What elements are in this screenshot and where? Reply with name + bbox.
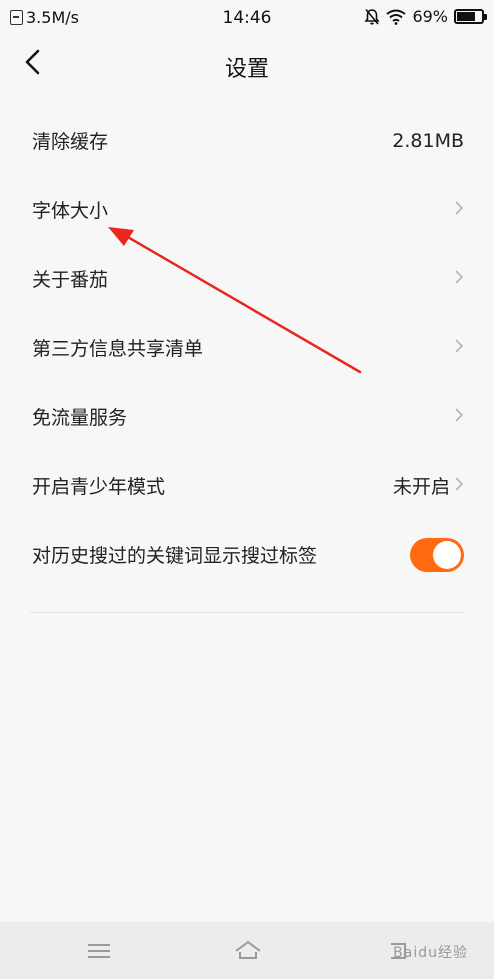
page-title: 设置 <box>224 57 269 82</box>
chevron-right-icon <box>454 199 464 221</box>
navigation-bar: Baidu经验 <box>0 922 494 979</box>
list-divider <box>30 612 464 613</box>
third-party-sharing-row[interactable]: 第三方信息共享清单 <box>0 313 494 382</box>
settings-list: 清除缓存 2.81MB 字体大小 关于番茄 第三方信息共享清单 免流量服务 开启… <box>0 106 494 589</box>
row-label: 字体大小 <box>32 200 109 222</box>
search-history-tag-toggle[interactable] <box>410 537 464 572</box>
status-right: 69% <box>364 7 487 26</box>
watermark: Baidu经验 <box>393 945 468 961</box>
row-label: 对历史搜过的关键词显示搜过标签 <box>32 545 318 567</box>
row-label: 关于番茄 <box>32 269 109 291</box>
toggle-knob <box>433 540 461 569</box>
row-label: 免流量服务 <box>32 407 128 429</box>
settings-screen: 3.5M/s 14:46 69% 设置 清除缓存 2.81MB 字体大小 关于番… <box>0 0 494 979</box>
home-button[interactable] <box>233 936 263 966</box>
menu-icon <box>84 944 114 970</box>
chevron-right-icon <box>454 406 464 428</box>
mute-bell-icon <box>364 8 381 26</box>
chevron-right-icon <box>454 268 464 290</box>
row-label: 清除缓存 <box>32 131 109 153</box>
clear-cache-row[interactable]: 清除缓存 2.81MB <box>0 106 494 175</box>
home-icon <box>233 941 263 970</box>
search-history-tag-row: 对历史搜过的关键词显示搜过标签 <box>0 520 494 589</box>
title-bar: 设置 <box>0 34 494 94</box>
chevron-right-icon <box>454 337 464 359</box>
row-label: 开启青少年模式 <box>32 476 166 498</box>
chevron-right-icon <box>454 475 464 497</box>
teen-mode-status: 未开启 <box>393 472 464 499</box>
teen-mode-value: 未开启 <box>392 476 450 498</box>
status-bar: 3.5M/s 14:46 69% <box>0 0 494 34</box>
cache-size-value: 2.81MB <box>392 129 464 152</box>
free-data-service-row[interactable]: 免流量服务 <box>0 382 494 451</box>
font-size-row[interactable]: 字体大小 <box>0 175 494 244</box>
about-row[interactable]: 关于番茄 <box>0 244 494 313</box>
row-label: 第三方信息共享清单 <box>32 338 204 360</box>
battery-percent: 69% <box>412 7 448 26</box>
teen-mode-row[interactable]: 开启青少年模式 未开启 <box>0 451 494 520</box>
menu-button[interactable] <box>84 936 114 966</box>
wifi-icon <box>386 9 407 25</box>
battery-icon <box>454 9 487 24</box>
